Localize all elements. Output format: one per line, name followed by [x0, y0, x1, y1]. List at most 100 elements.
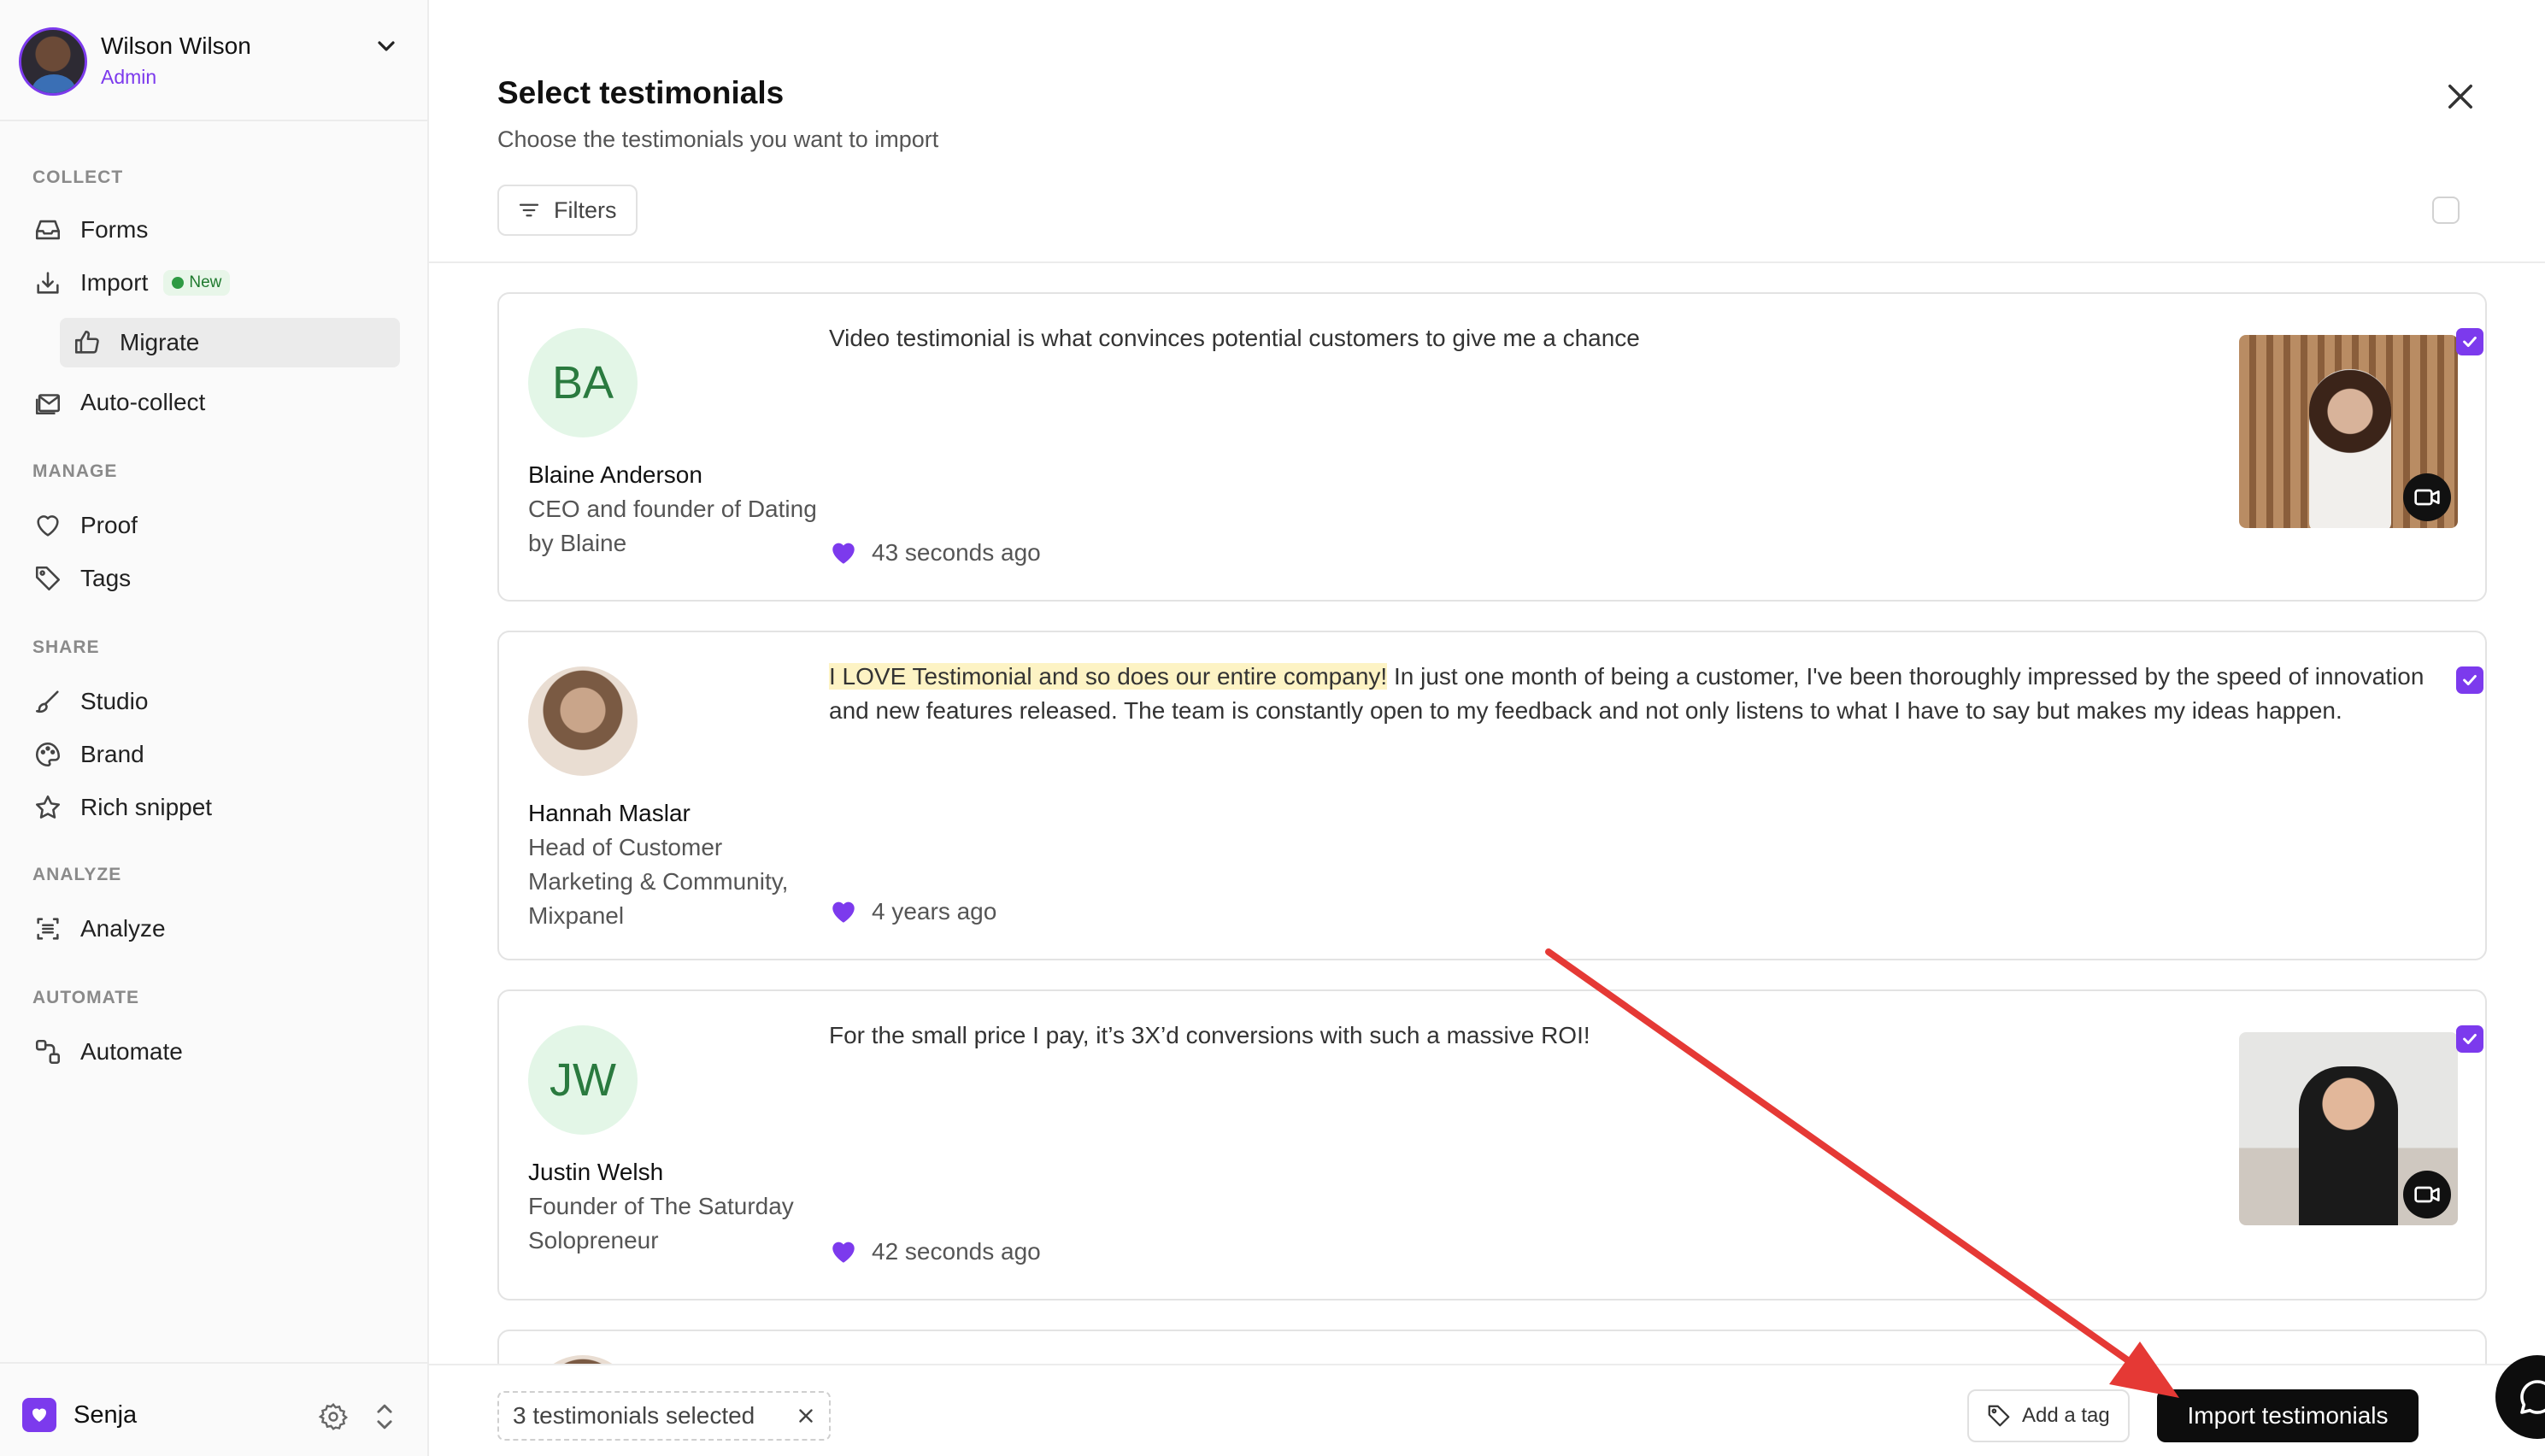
sidebar-item-rich-snippet[interactable]: Rich snippet	[26, 783, 402, 832]
select-all-checkbox[interactable]	[2432, 197, 2460, 224]
section-analyze: ANALYZE	[32, 865, 122, 884]
sidebar-item-tags[interactable]: Tags	[26, 554, 402, 603]
chevron-up-down-icon[interactable]	[371, 1400, 398, 1434]
sidebar-item-label: Proof	[80, 512, 138, 538]
user-name: Wilson Wilson	[101, 32, 251, 59]
dialog-title: Select testimonials	[497, 75, 785, 110]
chat-bubble-icon	[2520, 1380, 2545, 1414]
timestamp: 4 years ago	[872, 898, 997, 925]
sidebar-item-label: Automate	[80, 1038, 183, 1065]
select-checkbox[interactable]	[2456, 328, 2483, 355]
sidebar-item-label: Tags	[80, 565, 132, 591]
filters-button[interactable]: Filters	[497, 185, 638, 236]
check-icon	[2463, 1033, 2477, 1045]
sidebar-item-label: Studio	[80, 688, 149, 714]
filters-label: Filters	[554, 197, 617, 223]
senja-logo-icon	[22, 1398, 56, 1432]
sidebar-item-label: Migrate	[120, 329, 200, 355]
import-testimonials-button[interactable]: Import testimonials	[2157, 1389, 2419, 1442]
testimonial-card[interactable]: JW Justin Welsh Founder of The Saturday …	[497, 989, 2487, 1300]
chevron-down-icon[interactable]	[373, 32, 400, 60]
sidebar-item-studio[interactable]: Studio	[26, 677, 402, 726]
add-tag-label: Add a tag	[2022, 1404, 2110, 1427]
list-frame-icon	[32, 913, 63, 944]
testimonial-text: I LOVE Testimonial and so does our entir…	[829, 663, 2425, 724]
add-tag-button[interactable]: Add a tag	[1967, 1389, 2130, 1442]
avatar	[528, 1355, 638, 1364]
select-checkbox[interactable]	[2456, 1025, 2483, 1053]
sidebar-item-label: Brand	[80, 741, 144, 767]
heart-filled-icon	[832, 901, 855, 923]
select-checkbox[interactable]	[2456, 666, 2483, 694]
testimonial-meta: 43 seconds ago	[829, 538, 1041, 567]
author-role: CEO and founder of Dating by Blaine	[528, 496, 817, 556]
author-role: Head of Customer Marketing & Community, …	[528, 834, 789, 929]
clear-selection-icon[interactable]	[795, 1405, 817, 1427]
sidebar-item-proof[interactable]: Proof	[26, 501, 402, 550]
close-icon[interactable]	[2442, 79, 2478, 114]
star-icon	[32, 792, 63, 823]
selection-count-pill: 3 testimonials selected	[497, 1391, 831, 1441]
sidebar-item-automate[interactable]: Automate	[26, 1027, 402, 1077]
avatar	[528, 666, 638, 776]
thumbs-up-icon	[72, 327, 103, 358]
testimonial-meta: 42 seconds ago	[829, 1237, 1041, 1266]
sidebar-item-label: Import	[80, 269, 149, 296]
author-name: Justin Welsh	[528, 1159, 664, 1185]
check-icon	[2463, 674, 2477, 686]
tag-icon	[1988, 1405, 2010, 1427]
user-menu[interactable]: Wilson Wilson Admin	[0, 0, 427, 121]
timestamp: 42 seconds ago	[872, 1238, 1041, 1265]
testimonial-card[interactable]: BA Blaine Anderson CEO and founder of Da…	[497, 292, 2487, 602]
testimonial-meta: 4 years ago	[829, 897, 996, 926]
leaf-icon	[172, 277, 185, 289]
workflow-icon	[32, 1036, 63, 1067]
workspace-switcher[interactable]: Senja	[0, 1362, 427, 1456]
testimonial-text: Video testimonial is what convinces pote…	[829, 325, 1640, 351]
section-share: SHARE	[32, 637, 100, 657]
sidebar: Wilson Wilson Admin COLLECT Forms Import…	[0, 0, 429, 1456]
gear-icon[interactable]	[318, 1401, 349, 1432]
inbox-icon	[32, 214, 63, 245]
check-icon	[2463, 336, 2477, 348]
new-badge: New	[163, 270, 231, 296]
testimonial-card[interactable]: Hannah Maslar Head of Customer Marketing…	[497, 631, 2487, 960]
testimonial-list[interactable]: BA Blaine Anderson CEO and founder of Da…	[497, 292, 2487, 1364]
video-camera-icon	[2403, 473, 2451, 521]
import-icon	[32, 267, 63, 298]
sidebar-item-forms[interactable]: Forms	[26, 205, 402, 255]
heart-icon	[32, 510, 63, 541]
user-avatar	[19, 27, 87, 96]
section-manage: MANAGE	[32, 461, 118, 481]
sidebar-item-import[interactable]: Import New	[26, 258, 402, 308]
brush-icon	[32, 686, 63, 717]
palette-icon	[32, 739, 63, 770]
sidebar-item-analyze[interactable]: Analyze	[26, 904, 402, 954]
section-collect: COLLECT	[32, 167, 124, 187]
sidebar-item-label: Analyze	[80, 915, 166, 942]
tag-icon	[32, 563, 63, 594]
workspace-name: Senja	[73, 1401, 138, 1429]
sidebar-item-migrate[interactable]: Migrate	[60, 318, 400, 367]
author-role: Founder of The Saturday Solopreneur	[528, 1193, 794, 1253]
video-thumbnail[interactable]	[2239, 335, 2458, 528]
section-automate: AUTOMATE	[32, 988, 140, 1007]
selection-count: 3 testimonials selected	[513, 1402, 755, 1429]
sidebar-item-brand[interactable]: Brand	[26, 730, 402, 779]
heart-filled-icon	[832, 543, 855, 564]
video-thumbnail[interactable]	[2239, 1032, 2458, 1225]
user-role: Admin	[101, 66, 157, 88]
timestamp: 43 seconds ago	[872, 539, 1041, 566]
divider	[429, 261, 2545, 263]
sidebar-item-label: Auto-collect	[80, 389, 206, 415]
sidebar-item-label: Forms	[80, 216, 149, 243]
testimonial-text: For the small price I pay, it’s 3X’d con…	[829, 1022, 1590, 1048]
select-testimonials-dialog: Select testimonials Choose the testimoni…	[429, 0, 2545, 1456]
dialog-subtitle: Choose the testimonials you want to impo…	[497, 126, 939, 152]
filter-lines-icon	[519, 203, 539, 217]
sidebar-item-label: Rich snippet	[80, 794, 213, 820]
testimonial-card[interactable]	[497, 1330, 2487, 1364]
author-name: Hannah Maslar	[528, 800, 691, 826]
heart-filled-icon	[832, 1242, 855, 1263]
sidebar-item-auto-collect[interactable]: Auto-collect	[26, 378, 402, 427]
